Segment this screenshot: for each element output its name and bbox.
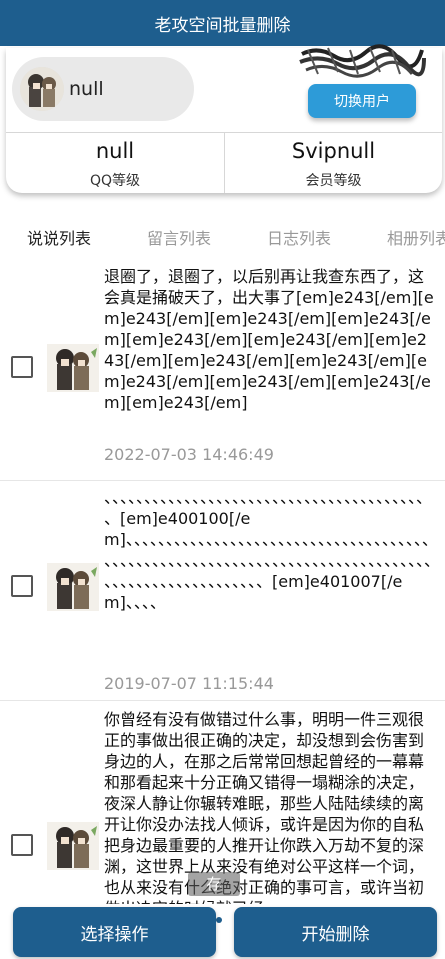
save-overlay: 存 <box>188 872 240 896</box>
member-level-value: Svipnull <box>291 139 376 163</box>
start-delete-label: 开始删除 <box>301 924 370 945</box>
post-checkbox[interactable] <box>11 575 33 597</box>
select-action-button[interactable]: 选择操作 <box>13 907 216 957</box>
bottom-action-bar: 选择操作 开始删除 <box>0 904 445 959</box>
app-title: 老攻空间批量删除 <box>154 15 291 36</box>
member-level-label: 会员等级 <box>305 173 362 189</box>
qq-level-stat: null QQ等级 <box>6 136 224 190</box>
qq-level-label: QQ等级 <box>89 173 141 189</box>
post-checkbox[interactable] <box>11 834 33 856</box>
redacted-scribble <box>299 44 426 78</box>
post-content: 、、、、、、、、、、、、、、、、、、、、、、、、、、、、、、、、、、、、、、、、… <box>104 488 433 612</box>
user-name: null <box>69 78 104 100</box>
tab-blogs[interactable]: 日志列表 <box>267 225 331 249</box>
list-item: 退圈了，退圈了，以后别再让我查东西了，这会真是捅破天了，出大事了[em]e243… <box>0 258 445 481</box>
tab-messages[interactable]: 留言列表 <box>147 225 211 249</box>
switch-user-button[interactable]: 切换用户 <box>308 84 416 118</box>
select-action-label: 选择操作 <box>80 924 149 945</box>
post-checkbox[interactable] <box>11 356 33 378</box>
post-timestamp: 2019-07-07 11:15:44 <box>104 674 274 693</box>
avatar <box>20 67 64 111</box>
tab-bar: 说说列表 留言列表 日志列表 相册列表 <box>0 213 445 257</box>
post-avatar <box>47 822 99 870</box>
post-content: 退圈了，退圈了，以后别再让我查东西了，这会真是捅破天了，出大事了[em]e243… <box>104 267 434 412</box>
list-item: 、、、、、、、、、、、、、、、、、、、、、、、、、、、、、、、、、、、、、、、、… <box>0 481 445 701</box>
tab-albums[interactable]: 相册列表 <box>387 225 445 249</box>
user-chip[interactable]: null <box>12 57 194 121</box>
list-item: 你曾经有没有做错过什么事，明明一件三观很正的事做出很正确的决定，却没想到会伤害到… <box>0 702 445 904</box>
qq-level-value: null <box>95 139 135 163</box>
post-timestamp: 2022-07-03 14:46:49 <box>104 445 274 464</box>
switch-user-label: 切换用户 <box>334 94 390 110</box>
member-level-stat: Svipnull 会员等级 <box>225 136 442 190</box>
post-content: 你曾经有没有做错过什么事，明明一件三观很正的事做出很正确的决定，却没想到会伤害到… <box>104 710 425 904</box>
start-delete-button[interactable]: 开始删除 <box>234 907 437 957</box>
app-title-bar: 老攻空间批量删除 <box>0 0 445 46</box>
user-card: null 切换用户 null QQ等级 Svipnull 会员等级 <box>6 44 442 193</box>
post-avatar <box>47 563 99 611</box>
tab-shuoshuo[interactable]: 说说列表 <box>27 225 91 249</box>
post-avatar <box>47 344 99 392</box>
